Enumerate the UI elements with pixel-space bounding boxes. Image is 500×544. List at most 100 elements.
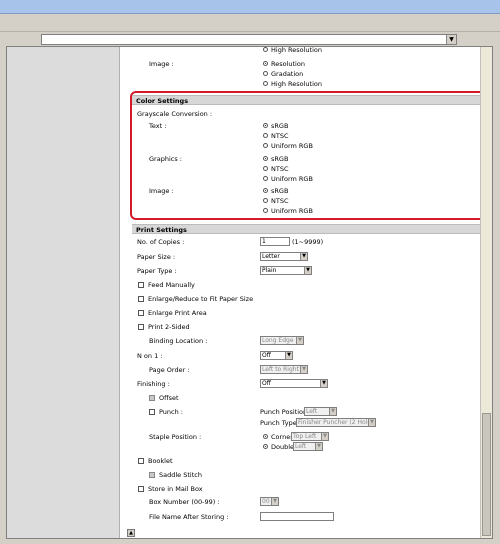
checkbox-label: Feed Manually [148, 281, 195, 289]
text-label: Text : [149, 122, 167, 130]
select-value: Long Edge [262, 337, 294, 344]
radio-staple-corner[interactable] [263, 434, 268, 439]
select-value: Off [262, 352, 271, 359]
chevron-down-icon: ▼ [285, 352, 292, 359]
n-on-1-label: N on 1 : [137, 352, 163, 360]
option-label: Uniform RGB [271, 175, 313, 183]
file-name-label: File Name After Storing : [149, 513, 229, 521]
vertical-scrollbar[interactable] [480, 47, 492, 538]
option-label: NTSC [271, 165, 289, 173]
finishing-label: Finishing : [137, 380, 170, 388]
scroll-up-icon[interactable]: ▲ [127, 529, 135, 537]
option-label: Corner [271, 433, 293, 441]
chevron-down-icon: ▼ [300, 366, 307, 373]
option-label: NTSC [271, 197, 289, 205]
checkbox-label: Punch : [159, 408, 183, 416]
select-value: Finisher Puncher (2 Hole) [298, 419, 374, 426]
box-number-select[interactable]: 00 ▼ [260, 497, 279, 506]
offset-checkbox[interactable] [149, 395, 155, 401]
radio-graphics-uniform-rgb[interactable] [263, 176, 268, 181]
file-name-input[interactable] [260, 512, 334, 521]
punch-position-select[interactable]: Left ▼ [304, 407, 337, 416]
chevron-down-icon: ▼ [329, 408, 336, 415]
radio-resolution[interactable] [263, 61, 268, 66]
staple-double-select[interactable]: Left ▼ [293, 442, 323, 451]
chevron-down-icon: ▼ [368, 419, 375, 426]
print-2sided-checkbox[interactable] [138, 324, 144, 330]
chevron-down-icon: ▼ [315, 443, 322, 450]
radio-image-srgb[interactable] [263, 188, 268, 193]
checkbox-label: Saddle Stitch [159, 471, 202, 479]
chevron-down-icon: ▼ [320, 380, 327, 387]
select-value: Letter [262, 253, 280, 260]
copies-range: (1~9999) [292, 238, 324, 246]
option-label: Uniform RGB [271, 142, 313, 150]
paper-type-select[interactable]: Plain ▼ [260, 266, 312, 275]
punch-type-select[interactable]: Finisher Puncher (2 Hole) ▼ [296, 418, 376, 427]
scrollbar-thumb[interactable] [482, 413, 491, 536]
n-on-1-select[interactable]: Off ▼ [260, 351, 293, 360]
select-value: Left [306, 408, 318, 415]
select-value: Left [295, 443, 307, 450]
radio-high-resolution[interactable] [263, 81, 268, 86]
option-label: sRGB [271, 122, 289, 130]
enlarge-print-area-checkbox[interactable] [138, 310, 144, 316]
chevron-down-icon: ▼ [321, 433, 328, 440]
print-settings-header: Print Settings [132, 224, 487, 234]
chevron-down-icon[interactable]: ▼ [446, 35, 456, 44]
paper-size-select[interactable]: Letter ▼ [260, 252, 308, 261]
box-number-label: Box Number (00-99) : [149, 498, 220, 506]
select-value: Left to Right [262, 366, 299, 373]
color-settings-header: Color Settings [132, 95, 487, 105]
option-label: High Resolution [271, 80, 322, 88]
option-label: Resolution [271, 60, 305, 68]
checkbox-label: Store in Mail Box [148, 485, 203, 493]
staple-position-label: Staple Position : [149, 433, 202, 441]
checkbox-label: Offset [159, 394, 179, 402]
page-order-label: Page Order : [149, 366, 190, 374]
finishing-select[interactable]: Off ▼ [260, 379, 328, 388]
chevron-down-icon: ▼ [271, 498, 278, 505]
radio-staple-double[interactable] [263, 444, 268, 449]
enlarge-reduce-checkbox[interactable] [138, 296, 144, 302]
store-mailbox-checkbox[interactable] [138, 486, 144, 492]
option-label: Uniform RGB [271, 207, 313, 215]
chevron-down-icon: ▼ [304, 267, 311, 274]
image-label: Image : [149, 60, 174, 68]
chevron-down-icon: ▼ [296, 337, 303, 344]
binding-location-select[interactable]: Long Edge ▼ [260, 336, 304, 345]
paper-size-label: Paper Size : [137, 253, 176, 261]
chevron-down-icon: ▼ [300, 253, 307, 260]
option-label: Gradation [271, 70, 304, 78]
radio-image-ntsc[interactable] [263, 198, 268, 203]
graphics-label: Graphics : [149, 155, 182, 163]
staple-corner-select[interactable]: Top Left ▼ [291, 432, 329, 441]
radio-gradation[interactable] [263, 71, 268, 76]
select-value: Off [262, 380, 271, 387]
saddle-stitch-checkbox[interactable] [149, 472, 155, 478]
page-order-select[interactable]: Left to Right ▼ [260, 365, 308, 374]
radio-text-ntsc[interactable] [263, 133, 268, 138]
select-value: Plain [262, 267, 277, 274]
radio-high-resolution-partial[interactable] [263, 47, 268, 52]
copies-input[interactable]: 1 [260, 237, 290, 246]
radio-image-uniform-rgb[interactable] [263, 208, 268, 213]
left-navigation-pane [7, 47, 120, 538]
booklet-checkbox[interactable] [138, 458, 144, 464]
browser-viewport: High Resolution Image : Resolution Grada… [6, 46, 493, 539]
address-bar[interactable]: ▼ [41, 34, 457, 45]
radio-graphics-srgb[interactable] [263, 156, 268, 161]
option-label: Double [271, 443, 295, 451]
punch-type-label: Punch Type : [260, 419, 301, 427]
window-title-bar [0, 0, 500, 14]
paper-type-label: Paper Type : [137, 267, 177, 275]
select-value: 00 [262, 498, 270, 505]
radio-text-uniform-rgb[interactable] [263, 143, 268, 148]
radio-text-srgb[interactable] [263, 123, 268, 128]
feed-manually-checkbox[interactable] [138, 282, 144, 288]
punch-checkbox[interactable] [149, 409, 155, 415]
checkbox-label: Print 2-Sided [148, 323, 190, 331]
option-label: sRGB [271, 155, 289, 163]
radio-graphics-ntsc[interactable] [263, 166, 268, 171]
checkbox-label: Enlarge/Reduce to Fit Paper Size [148, 295, 254, 303]
